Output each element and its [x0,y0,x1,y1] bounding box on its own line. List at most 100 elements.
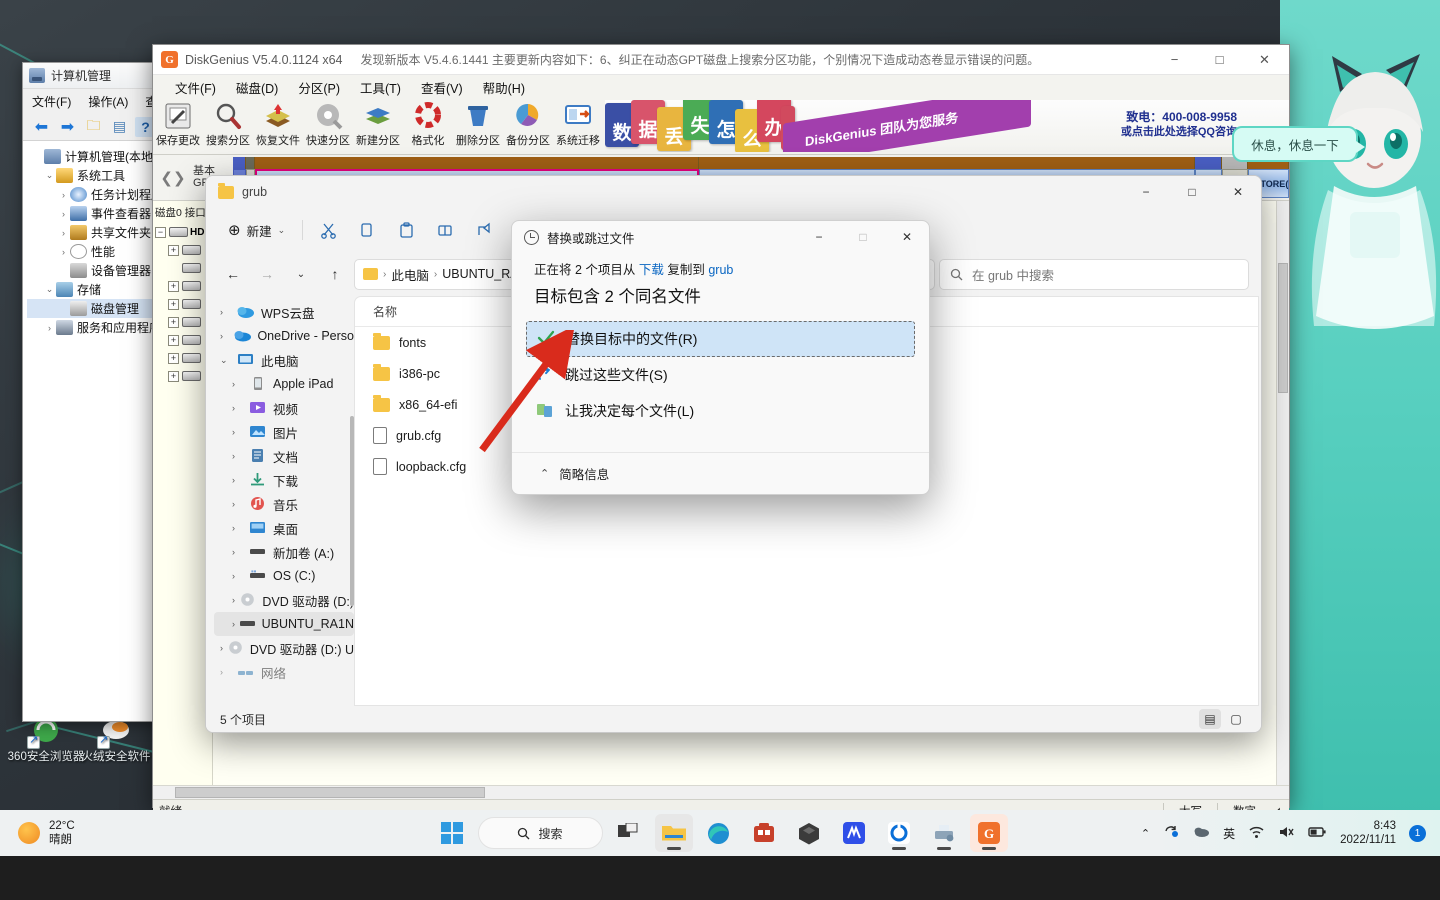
sidebar-item-os-c[interactable]: › OS (C:) [214,564,354,588]
sidebar-item-ubuntu-ra1n[interactable]: › UBUNTU_RA1N [214,612,354,636]
dg-tool-migrate-system[interactable]: 系统迁移 [553,101,603,148]
dg-promo-banner[interactable]: 数 据 丢 失 怎 么 办 ! DiskGenius 团队为您服务 致电：400… [605,100,1289,152]
sidebar-item-dvd-drive-d[interactable]: › DVD 驱动器 (D:) [214,588,354,612]
dg-menu-tools[interactable]: 工具(T) [360,78,401,97]
sidebar-item-this-pc[interactable]: ⌄ 此电脑 [214,348,354,372]
dialog-options[interactable]: 替换目标中的文件(R) 跳过这些文件(S) 让我决定每个文件(L) [512,321,929,429]
chevron-icon[interactable]: › [232,475,248,485]
disk-tree-root[interactable]: − HD [155,223,210,241]
edge-icon[interactable] [700,814,738,852]
expander[interactable]: › [57,190,70,200]
expander[interactable]: + [168,316,179,328]
dg-minimize-button[interactable]: − [1152,45,1197,75]
disk-tree-item[interactable] [155,259,210,277]
more-details-label[interactable]: 简略信息 [559,464,609,483]
rest-reminder-bubble[interactable]: 休息，休息一下 [1232,126,1365,162]
expander[interactable]: › [57,209,70,219]
back-icon[interactable]: ⬅ [31,117,52,137]
disk-tree-item[interactable]: + [155,367,210,385]
expander[interactable]: › [43,323,56,333]
chevron-icon[interactable]: › [220,331,233,341]
dg-tool-backup-partition[interactable]: 备份分区 [503,101,553,148]
up-button[interactable]: ↑ [320,259,350,289]
replace-or-skip-dialog[interactable]: 替换或跳过文件 − □ ✕ 正在将 2 个项目从 下载 复制到 grub 目标包… [511,220,930,495]
recent-locations-button[interactable]: ⌄ [286,259,316,289]
taskbar-center-icons[interactable]: 搜索 G [0,814,1440,852]
chevron-icon[interactable]: › [232,571,248,581]
fx-navigation-pane[interactable]: › WPS云盘 › OneDrive - Perso ⌄ 此电脑 › Apple iPa… [214,296,354,706]
paste-button[interactable] [388,214,425,246]
rename-button[interactable] [427,214,464,246]
dg-toolbar[interactable]: 保存更改 搜索分区 恢复文件 快速分区 新建分区 格式化 删除分区 备份分区 系… [153,99,1289,155]
task-view-icon[interactable] [610,814,648,852]
option-skip-files[interactable]: 跳过这些文件(S) [526,357,915,393]
dg-menu-disk[interactable]: 磁盘(D) [236,78,278,97]
chevron-icon[interactable]: › [232,499,248,509]
chevron-icon[interactable]: › [232,547,248,557]
dialog-window-buttons[interactable]: − □ ✕ [797,221,929,253]
disk-tree-item[interactable]: + [155,331,210,349]
dg-horizontal-scrollbar[interactable] [153,785,1289,799]
dg-vertical-scrollbar[interactable] [1276,201,1289,785]
fx-window-buttons[interactable]: − □ ✕ [1123,176,1261,208]
option-decide-each-file[interactable]: 让我决定每个文件(L) [526,393,915,429]
copy-button[interactable] [349,214,386,246]
dg-tool-format[interactable]: 格式化 [403,101,453,148]
app-print-icon[interactable] [925,814,963,852]
app-circle-icon[interactable] [880,814,918,852]
share-button[interactable] [466,214,503,246]
new-button[interactable]: ⊕ 新建 ⌄ [218,214,295,246]
dg-menu-partition[interactable]: 分区(P) [298,78,340,97]
expander[interactable]: + [168,334,179,346]
start-button[interactable] [433,814,471,852]
sidebar-item-onedrive[interactable]: › OneDrive - Perso [214,324,354,348]
disk-tree-item[interactable]: + [155,277,210,295]
search-input[interactable]: 在 grub 中搜索 [939,258,1249,290]
chevron-icon[interactable]: › [232,379,248,389]
sidebar-item-apple-ipad[interactable]: › Apple iPad [214,372,354,396]
dg-menu-help[interactable]: 帮助(H) [483,78,525,97]
cm-menu-action[interactable]: 操作(A) [88,93,128,110]
expander[interactable]: + [168,352,179,364]
expander[interactable]: + [168,280,179,292]
breadcrumb-item-this-pc[interactable]: 此电脑 [391,265,429,284]
taskbar-search-box[interactable]: 搜索 [477,817,603,849]
sidebar-item-downloads[interactable]: › 下载 [214,468,354,492]
expander[interactable]: ⌄ [43,170,56,181]
forward-icon[interactable]: ➡ [57,117,78,137]
expander[interactable] [168,263,179,274]
expander[interactable]: › [57,228,70,238]
sidebar-item-dvd-drive-d-u[interactable]: › DVD 驱动器 (D:) U [214,636,354,660]
sidebar-item-desktop[interactable]: › 桌面 [214,516,354,540]
details-view-icon[interactable]: ▤ [1199,709,1221,729]
app-blue-m-icon[interactable] [835,814,873,852]
dialog-minimize-button[interactable]: − [797,221,841,253]
show-hide-tree-icon[interactable]: ▤ [109,117,130,137]
sidebar-item-new-volume-a[interactable]: › 新加卷 (A:) [214,540,354,564]
expander[interactable]: ⌄ [43,284,56,295]
chevron-up-icon[interactable]: ⌃ [540,467,549,480]
dg-menu-file[interactable]: 文件(F) [175,78,216,97]
desktop-icon-huorong[interactable]: 火绒安全软件 [74,716,158,764]
dg-update-news[interactable]: 发现新版本 V5.4.6.1441 主要更新内容如下：6、纠正在动态GPT磁盘上… [361,51,1152,68]
option-replace-files[interactable]: 替换目标中的文件(R) [526,321,915,357]
up-folder-icon[interactable]: 🗀 [83,117,104,137]
chevron-icon[interactable]: › [220,307,236,317]
sidebar-item-network[interactable]: › 网络 [214,660,354,684]
scrollbar-thumb[interactable] [175,787,485,798]
expander[interactable]: − [155,226,166,238]
file-explorer-icon[interactable] [654,814,693,852]
disk-tree-item[interactable]: + [155,295,210,313]
dg-tool-search-partition[interactable]: 搜索分区 [203,101,253,148]
dialog-close-button[interactable]: ✕ [885,221,929,253]
chevron-icon[interactable]: › [220,667,236,677]
sidebar-item-pictures[interactable]: › 图片 [214,420,354,444]
dg-tool-delete-partition[interactable]: 删除分区 [453,101,503,148]
column-header-name[interactable]: 名称 [373,303,397,320]
dialog-dest-link[interactable]: grub [708,263,733,277]
app-dark-hex-icon[interactable] [790,814,828,852]
diskgenius-icon[interactable]: G [969,814,1008,852]
taskbar[interactable]: 22°C 晴朗 搜索 G ⌃ 英 8:43 2022/11/11 1 [0,810,1440,856]
dg-menu-bar[interactable]: 文件(F) 磁盘(D) 分区(P) 工具(T) 查看(V) 帮助(H) [153,75,1289,99]
dg-disk-tree-pane[interactable]: 磁盘0 接口 − HD + + + + + + + [153,201,213,785]
